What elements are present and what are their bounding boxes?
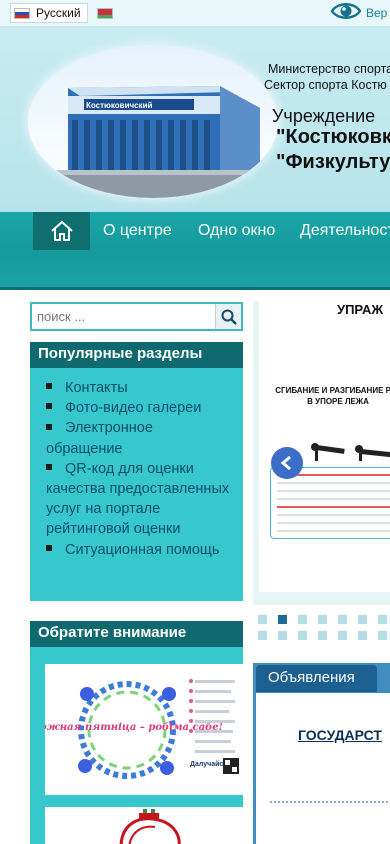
popular-sections-panel: Популярные разделы Контакты Фото-видео г… bbox=[30, 342, 243, 601]
announcements-panel: Объявления ГОСУДАРСТ bbox=[253, 663, 390, 844]
slider-dot[interactable] bbox=[378, 631, 387, 640]
belarus-flag-icon[interactable] bbox=[97, 8, 113, 19]
slider-dot[interactable] bbox=[318, 631, 327, 640]
slider-dot[interactable] bbox=[278, 631, 287, 640]
slider-dot[interactable] bbox=[358, 615, 367, 624]
link-situational-help[interactable]: Ситуационная помощь bbox=[65, 542, 219, 558]
building-sign-text: Костюковичский bbox=[86, 101, 153, 110]
slide-title: УПРАЖ bbox=[337, 302, 384, 317]
slider-dot-active[interactable] bbox=[278, 615, 287, 624]
nav-item-one-window[interactable]: Одно окно bbox=[198, 222, 275, 240]
announcement-link[interactable]: ГОСУДАРСТ bbox=[298, 727, 382, 743]
search-button[interactable] bbox=[215, 304, 241, 329]
announcements-body: ГОСУДАРСТ bbox=[256, 693, 390, 844]
slider-dot[interactable] bbox=[338, 631, 347, 640]
ministry-line: Министерство спорта bbox=[268, 62, 390, 76]
slide: УПРАЖ СГИБАНИЕ И РАЗГИБАНИЕ РУК В УПОРЕ … bbox=[259, 302, 390, 592]
list-item: Фото-видео галереи bbox=[46, 398, 231, 418]
link-gallery[interactable]: Фото-видео галереи bbox=[65, 400, 201, 416]
list-item: Ситуационная помощь bbox=[46, 540, 231, 560]
ornament-icon bbox=[119, 809, 181, 844]
link-qr-rating[interactable]: QR-код для оценки качества предоставленн… bbox=[46, 461, 229, 538]
bullet-icon bbox=[46, 544, 52, 551]
slider-dot[interactable] bbox=[298, 615, 307, 624]
slider-dot[interactable] bbox=[298, 631, 307, 640]
bullet-icon bbox=[46, 403, 52, 410]
language-switcher[interactable]: Русский bbox=[10, 3, 88, 23]
bullet-icon bbox=[46, 463, 52, 470]
link-e-appeal[interactable]: Электронное обращение bbox=[46, 420, 153, 456]
home-button[interactable] bbox=[33, 212, 90, 250]
slide-subtitle: СГИБАНИЕ И РАЗГИБАНИЕ РУК В УПОРЕ ЛЕЖА bbox=[275, 386, 390, 406]
list-item: QR-код для оценки качества предоставленн… bbox=[46, 459, 231, 540]
chevron-left-icon bbox=[280, 456, 291, 470]
eye-icon[interactable] bbox=[330, 0, 362, 22]
top-bar: Русский Вер bbox=[0, 0, 390, 26]
search-input[interactable] bbox=[34, 306, 210, 327]
search-box bbox=[30, 302, 243, 331]
vision-version-link[interactable]: Вер bbox=[366, 6, 387, 20]
slider-prev-button[interactable] bbox=[271, 447, 303, 479]
main-nav: О центре Одно окно Деятельност bbox=[0, 212, 390, 290]
site-header: Костюковичский Министерство спорта Секто… bbox=[0, 26, 390, 212]
russia-flag-icon bbox=[14, 7, 30, 19]
slider-dot[interactable] bbox=[378, 615, 387, 624]
language-label: Русский bbox=[36, 6, 81, 20]
slider-dot[interactable] bbox=[358, 631, 367, 640]
nav-item-about[interactable]: О центре bbox=[103, 222, 172, 240]
divider bbox=[270, 801, 390, 803]
bullet-icon bbox=[46, 423, 52, 430]
attention-title: Обратите внимание bbox=[30, 621, 243, 647]
bullet-icon bbox=[46, 383, 52, 390]
building-photo: Костюковичский bbox=[28, 46, 278, 198]
slider-dot[interactable] bbox=[318, 615, 327, 624]
popular-sections-title: Популярные разделы bbox=[30, 342, 243, 368]
slider-dot[interactable] bbox=[338, 615, 347, 624]
pushup-figure-icon bbox=[311, 443, 390, 461]
tab-announcements[interactable]: Объявления bbox=[256, 665, 377, 692]
slider-dot[interactable] bbox=[258, 615, 267, 624]
institution-line-1: Учреждение bbox=[272, 106, 376, 126]
attention-panel: Обратите внимание Кожная пятніца – робім… bbox=[30, 621, 243, 844]
institution-line-2: "Костюковк bbox=[276, 126, 390, 148]
image-slider: УПРАЖ СГИБАНИЕ И РАЗГИБАНИЕ РУК В УПОРЕ … bbox=[253, 302, 390, 605]
popular-sections-list: Контакты Фото-видео галереи Электронное … bbox=[30, 368, 243, 560]
banner-second[interactable] bbox=[45, 807, 243, 844]
home-icon bbox=[50, 220, 73, 241]
search-icon bbox=[221, 309, 237, 325]
banner-friday[interactable]: Кожная пятніца – робіма сабе! Далучайся! bbox=[30, 664, 243, 795]
nav-item-activity[interactable]: Деятельност bbox=[300, 222, 390, 240]
institution-line-3: "Физкульту bbox=[276, 151, 390, 173]
list-item: Контакты bbox=[46, 378, 231, 398]
sector-line: Сектор спорта Костю bbox=[264, 78, 387, 92]
link-contacts[interactable]: Контакты bbox=[65, 380, 128, 396]
slider-dot[interactable] bbox=[258, 631, 267, 640]
list-item: Электронное обращение bbox=[46, 418, 231, 458]
